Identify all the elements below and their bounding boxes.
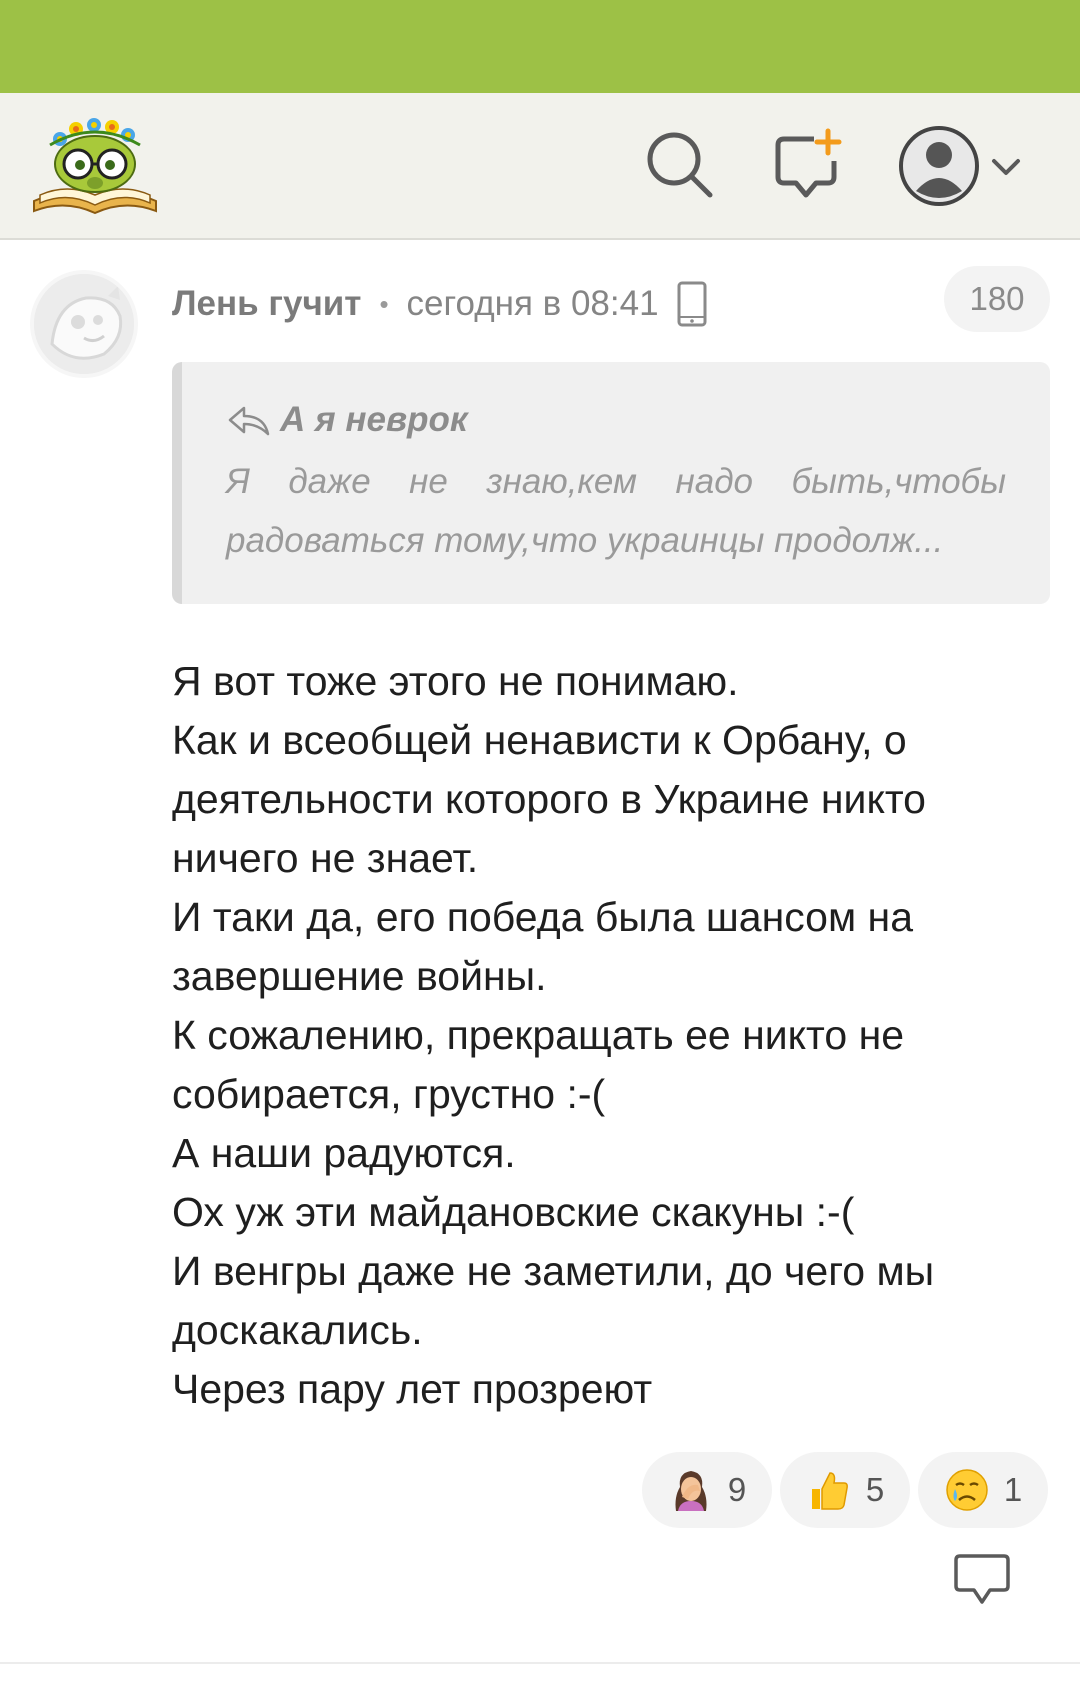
quote-text: Я даже не знаю,кем надо быть,чтобы радов… xyxy=(226,462,1006,560)
reaction-facepalm[interactable]: 9 xyxy=(642,1452,772,1528)
comment-rating[interactable]: 180 xyxy=(944,266,1050,332)
comment-card: Лень гучит • сегодня в 08:41 180 А я нев… xyxy=(0,240,1080,1660)
reaction-count: 5 xyxy=(865,1471,885,1508)
author-name[interactable]: Лень гучит xyxy=(172,284,361,324)
reactions-bar: 9 5 1 xyxy=(642,1452,1056,1528)
comment-text: Я вот тоже этого не понимаю. Как и всеоб… xyxy=(172,652,1032,1419)
quoted-comment[interactable]: А я неврок Я даже не знаю,кем надо быть,… xyxy=(172,362,1050,604)
thumbs-up-emoji-icon xyxy=(811,1472,848,1510)
reaction-count: 9 xyxy=(727,1471,747,1508)
status-bar xyxy=(0,0,1080,93)
crying-face-emoji-icon xyxy=(946,1469,988,1511)
meta-separator: • xyxy=(379,288,389,319)
reply-arrow-icon xyxy=(228,406,270,436)
comment-time[interactable]: сегодня в 08:41 xyxy=(407,284,659,324)
quote-author: А я неврок xyxy=(280,400,468,439)
comment-line: завершение войны. xyxy=(172,953,547,999)
comment-meta: Лень гучит • сегодня в 08:41 xyxy=(172,278,707,330)
facepalm-emoji-icon xyxy=(675,1471,707,1511)
new-comment-icon[interactable] xyxy=(770,127,846,203)
comment-line: Через пару лет прозреют xyxy=(172,1366,653,1412)
reaction-count: 1 xyxy=(1003,1471,1023,1508)
divider xyxy=(0,1662,1080,1664)
reaction-crying[interactable]: 1 xyxy=(918,1452,1048,1528)
comment-line: ничего не знает. xyxy=(172,835,479,881)
reply-comment-icon[interactable] xyxy=(952,1552,1012,1608)
reaction-thumbs-up[interactable]: 5 xyxy=(780,1452,910,1528)
comment-line: Я вот тоже этого не понимаю. xyxy=(172,658,739,704)
comment-line: Как и всеобщей ненависти к Орбану, о xyxy=(172,717,907,763)
site-logo[interactable] xyxy=(30,109,160,221)
comment-line: А наши радуются. xyxy=(172,1130,516,1176)
phone-icon xyxy=(677,281,707,327)
comment-line: И таки да, его победа была шансом на xyxy=(172,894,914,940)
comment-line: доскакались. xyxy=(172,1307,423,1353)
quote-header: А я неврок xyxy=(226,400,468,440)
comment-line: К сожалению, прекращать ее никто не xyxy=(172,1012,905,1058)
comment-line: деятельности которого в Украине никто xyxy=(172,776,926,822)
app-header xyxy=(0,93,1080,240)
search-icon[interactable] xyxy=(642,127,718,203)
profile-menu-button[interactable] xyxy=(896,123,1026,209)
comment-line: собирается, грустно :-( xyxy=(172,1071,606,1117)
comment-line: Ох уж эти майдановские скакуны :-( xyxy=(172,1189,855,1235)
comment-line: И венгры даже не заметили, до чего мы xyxy=(172,1248,935,1294)
author-avatar[interactable] xyxy=(30,270,138,378)
chevron-down-icon xyxy=(992,159,1020,175)
